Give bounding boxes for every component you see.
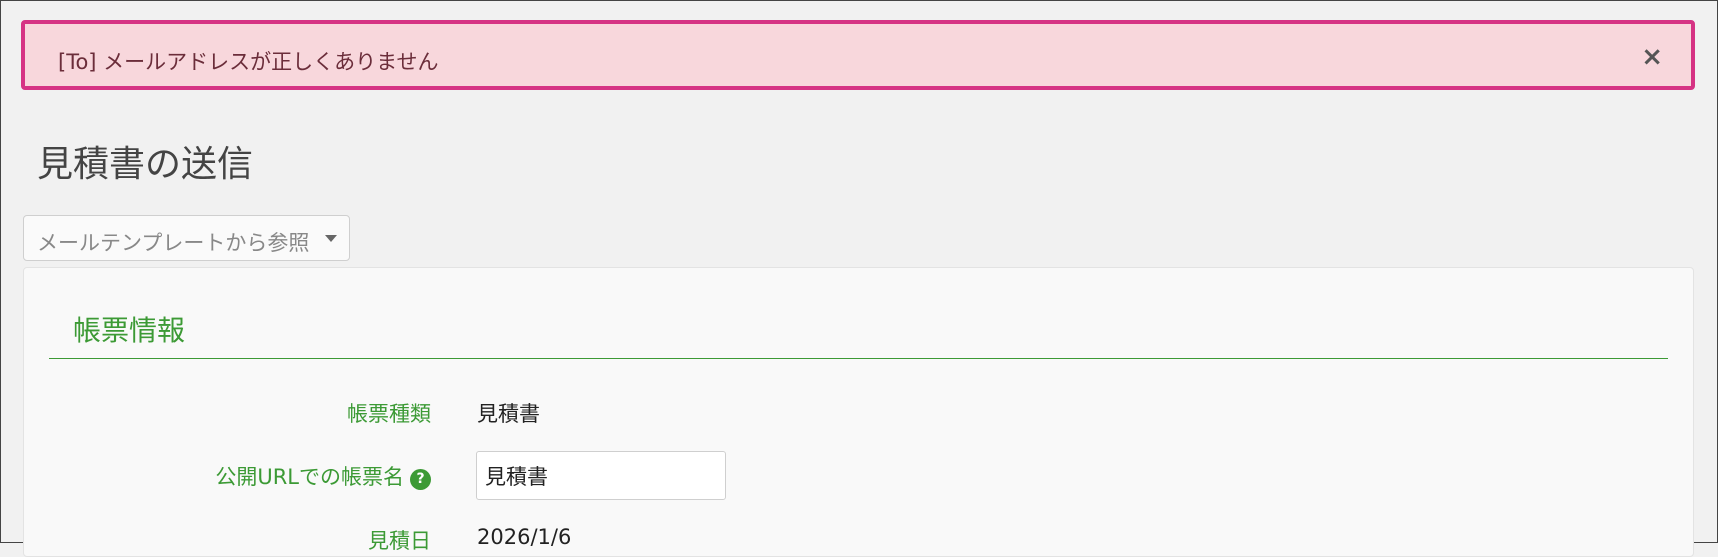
estimate-date-label: 見積日 <box>368 529 431 553</box>
mail-template-dropdown[interactable]: メールテンプレートから参照 <box>23 215 350 261</box>
section-divider <box>49 358 1668 359</box>
page-title: 見積書の送信 <box>37 144 254 185</box>
doc-type-label: 帳票種類 <box>347 402 431 426</box>
help-icon[interactable]: ? <box>410 469 431 490</box>
close-icon[interactable]: × <box>1641 44 1663 70</box>
public-name-label-group: 公開URLでの帳票名? <box>215 461 431 491</box>
caret-down-icon <box>325 235 337 242</box>
error-alert: [To] メールアドレスが正しくありません × <box>21 20 1695 90</box>
alert-message: [To] メールアドレスが正しくありません <box>58 50 439 74</box>
public-name-label: 公開URLでの帳票名 <box>215 465 404 489</box>
mail-template-dropdown-label: メールテンプレートから参照 <box>37 231 310 255</box>
document-info-panel: 帳票情報 帳票種類 見積書 公開URLでの帳票名? 見積日 2026/1/6 <box>23 267 1694 557</box>
section-title: 帳票情報 <box>73 314 186 347</box>
doc-type-value: 見積書 <box>477 402 540 426</box>
estimate-date-value: 2026/1/6 <box>477 525 572 549</box>
public-name-input[interactable] <box>476 451 726 500</box>
